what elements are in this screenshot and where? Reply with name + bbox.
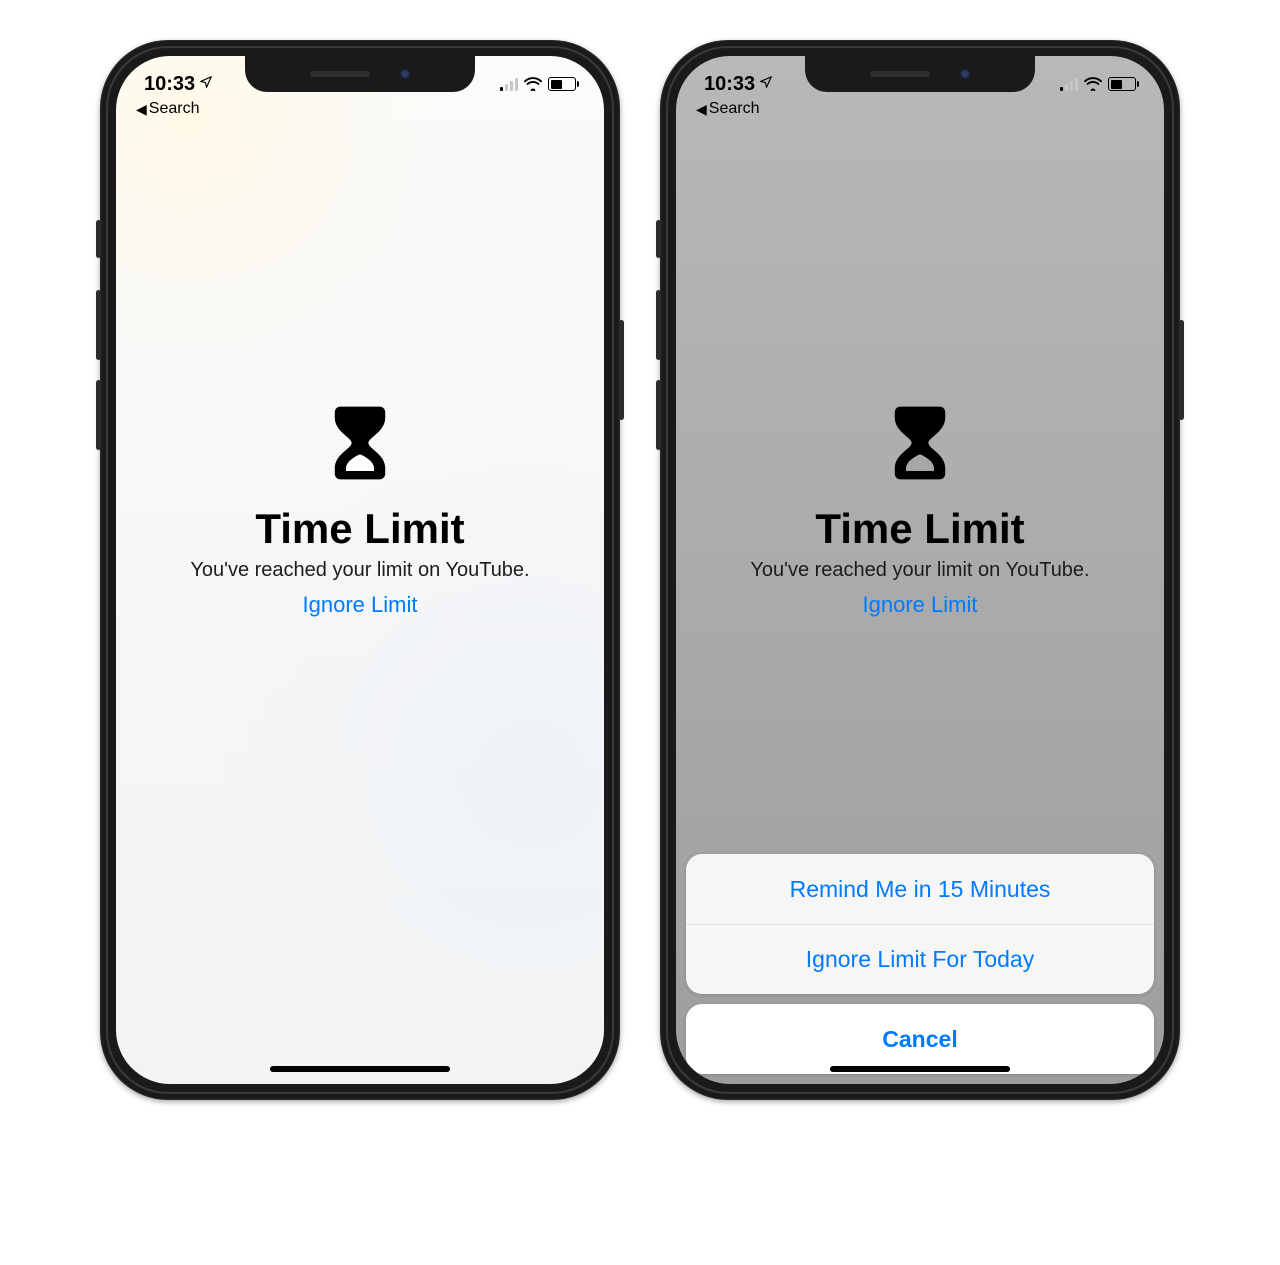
- status-left: 10:33: [704, 73, 773, 96]
- location-arrow-icon: [759, 75, 773, 92]
- time-limit-subtitle: You've reached your limit on YouTube.: [190, 559, 529, 582]
- action-sheet-options: Remind Me in 15 Minutes Ignore Limit For…: [686, 854, 1154, 994]
- ignore-for-today-button[interactable]: Ignore Limit For Today: [686, 924, 1154, 994]
- back-to-search[interactable]: ◀ Search: [696, 100, 759, 118]
- battery-icon: [548, 77, 576, 91]
- time-limit-subtitle: You've reached your limit on YouTube.: [750, 559, 1089, 582]
- notch: [805, 56, 1035, 92]
- time-limit-title: Time Limit: [255, 505, 464, 553]
- volume-down: [656, 380, 661, 450]
- front-camera: [400, 69, 410, 79]
- screen-left: 10:33 ◀ Search: [116, 56, 604, 1084]
- phone-frame-left: 10:33 ◀ Search: [100, 40, 620, 1100]
- front-camera: [960, 69, 970, 79]
- power-button: [619, 320, 624, 420]
- screen-right: 10:33 ◀ Search: [676, 56, 1164, 1084]
- volume-up: [96, 290, 101, 360]
- remind-15-min-button[interactable]: Remind Me in 15 Minutes: [686, 854, 1154, 924]
- back-to-search[interactable]: ◀ Search: [136, 100, 199, 118]
- time-limit-title: Time Limit: [815, 505, 1024, 553]
- ignore-limit-button[interactable]: Ignore Limit: [303, 592, 418, 618]
- cellular-signal-icon: [500, 77, 518, 91]
- cancel-button[interactable]: Cancel: [686, 1004, 1154, 1074]
- time-limit-content: Time Limit You've reached your limit on …: [116, 56, 604, 1024]
- status-left: 10:33: [144, 73, 213, 96]
- action-sheet: Remind Me in 15 Minutes Ignore Limit For…: [686, 854, 1154, 1074]
- volume-down: [96, 380, 101, 450]
- hourglass-icon: [332, 403, 388, 483]
- phone-frame-right: 10:33 ◀ Search: [660, 40, 1180, 1100]
- chevron-left-icon: ◀: [136, 101, 147, 118]
- ignore-limit-button[interactable]: Ignore Limit: [863, 592, 978, 618]
- notch: [245, 56, 475, 92]
- speaker-grill: [870, 71, 930, 77]
- wifi-icon: [1084, 77, 1102, 91]
- status-time: 10:33: [704, 73, 755, 96]
- home-indicator[interactable]: [830, 1066, 1010, 1072]
- status-right: [500, 77, 576, 91]
- status-right: [1060, 77, 1136, 91]
- mute-switch: [96, 220, 101, 258]
- chevron-left-icon: ◀: [696, 101, 707, 118]
- battery-icon: [1108, 77, 1136, 91]
- status-time: 10:33: [144, 73, 195, 96]
- mute-switch: [656, 220, 661, 258]
- power-button: [1179, 320, 1184, 420]
- cellular-signal-icon: [1060, 77, 1078, 91]
- back-label: Search: [149, 100, 200, 118]
- wifi-icon: [524, 77, 542, 91]
- location-arrow-icon: [199, 75, 213, 92]
- home-indicator[interactable]: [270, 1066, 450, 1072]
- speaker-grill: [310, 71, 370, 77]
- hourglass-icon: [892, 403, 948, 483]
- volume-up: [656, 290, 661, 360]
- back-label: Search: [709, 100, 760, 118]
